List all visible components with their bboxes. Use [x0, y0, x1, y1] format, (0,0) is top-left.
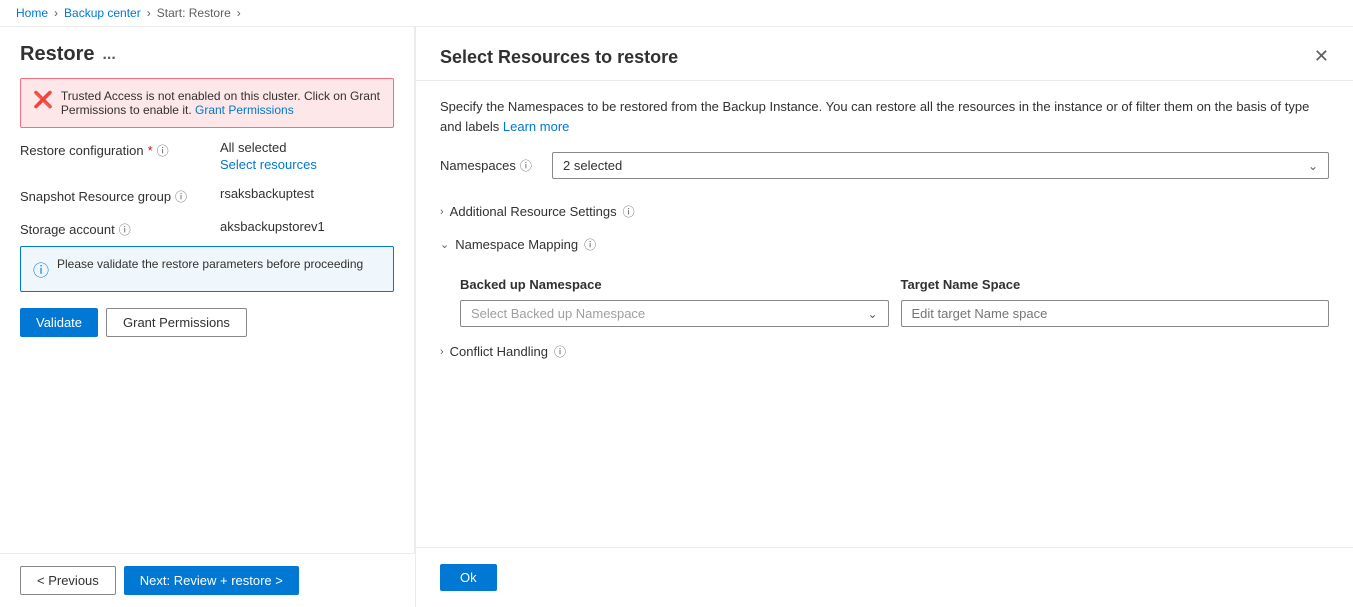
breadcrumb-backup-center[interactable]: Backup center: [64, 6, 141, 20]
namespaces-label: Namespaces ⓘ: [440, 157, 540, 174]
breadcrumb-home[interactable]: Home: [16, 6, 48, 20]
info-banner-text: Please validate the restore parameters b…: [57, 257, 363, 271]
restore-config-row: Restore configuration * ⓘ All selected S…: [20, 140, 394, 172]
namespace-mapping-content: Backed up Namespace Select Backed up Nam…: [440, 261, 1329, 335]
namespaces-value: 2 selected: [563, 158, 622, 173]
namespace-mapping-chevron-icon: ⌄: [440, 238, 449, 251]
target-namespace-input[interactable]: [901, 300, 1330, 327]
storage-account-info-icon[interactable]: ⓘ: [119, 221, 131, 238]
conflict-handling-info-icon[interactable]: ⓘ: [554, 343, 566, 360]
restore-config-info-icon[interactable]: ⓘ: [157, 142, 169, 159]
close-button[interactable]: ✕: [1314, 47, 1329, 65]
next-button[interactable]: Next: Review + restore >: [124, 566, 299, 595]
error-text: Trusted Access is not enabled on this cl…: [61, 89, 381, 117]
conflict-handling-label: Conflict Handling: [450, 344, 548, 359]
backed-up-namespace-input-container: Select Backed up Namespace ⌄: [460, 300, 889, 327]
storage-account-label: Storage account ⓘ: [20, 219, 220, 238]
ellipsis-icon[interactable]: ...: [102, 46, 115, 64]
info-banner: ⓘ Please validate the restore parameters…: [20, 246, 394, 292]
storage-account-value: aksbackupstorev1: [220, 219, 394, 234]
additional-resource-chevron-icon: ›: [440, 206, 444, 218]
select-resources-link[interactable]: Select resources: [220, 157, 394, 172]
additional-resource-section[interactable]: › Additional Resource Settings ⓘ: [440, 195, 1329, 228]
dialog-description: Specify the Namespaces to be restored fr…: [440, 97, 1329, 136]
target-namespace-col: Target Name Space: [901, 277, 1330, 327]
dialog-panel: Select Resources to restore ✕ Specify th…: [415, 27, 1353, 607]
breadcrumb-sep-3: ›: [237, 6, 241, 20]
validate-button[interactable]: Validate: [20, 308, 98, 337]
page-title: Restore ...: [20, 43, 394, 66]
storage-account-row: Storage account ⓘ aksbackupstorev1: [20, 219, 394, 238]
conflict-handling-section[interactable]: › Conflict Handling ⓘ: [440, 335, 1329, 368]
breadcrumb-sep-2: ›: [147, 6, 151, 20]
backed-up-namespace-header: Backed up Namespace: [460, 277, 889, 292]
left-panel: Restore ... ❌ Trusted Access is not enab…: [0, 27, 414, 553]
dialog-header: Select Resources to restore ✕: [416, 27, 1353, 81]
backed-up-namespace-placeholder: Select Backed up Namespace: [471, 306, 645, 321]
namespaces-info-icon[interactable]: ⓘ: [520, 157, 532, 174]
restore-config-label: Restore configuration * ⓘ: [20, 140, 220, 159]
snapshot-rg-label: Snapshot Resource group ⓘ: [20, 186, 220, 205]
target-namespace-header: Target Name Space: [901, 277, 1330, 292]
dialog-title: Select Resources to restore: [440, 47, 678, 68]
mapping-grid: Backed up Namespace Select Backed up Nam…: [460, 277, 1329, 327]
grant-permissions-button[interactable]: Grant Permissions: [106, 308, 247, 337]
ok-button[interactable]: Ok: [440, 564, 497, 591]
previous-button[interactable]: < Previous: [20, 566, 116, 595]
dialog-footer: Ok: [416, 547, 1353, 607]
action-buttons: Validate Grant Permissions: [20, 308, 394, 337]
conflict-handling-chevron-icon: ›: [440, 346, 444, 358]
dialog-body: Specify the Namespaces to be restored fr…: [416, 81, 1353, 547]
snapshot-rg-value: rsaksbackuptest: [220, 186, 394, 201]
namespace-mapping-label: Namespace Mapping: [455, 237, 578, 252]
namespaces-dropdown[interactable]: 2 selected ⌄: [552, 152, 1329, 179]
namespace-mapping-section[interactable]: ⌄ Namespace Mapping ⓘ: [440, 228, 1329, 261]
required-star: *: [148, 143, 153, 158]
form-section: Restore configuration * ⓘ All selected S…: [20, 140, 394, 238]
bottom-nav: < Previous Next: Review + restore >: [0, 553, 415, 607]
error-banner: ❌ Trusted Access is not enabled on this …: [20, 78, 394, 128]
restore-config-value: All selected Select resources: [220, 140, 394, 172]
grant-permissions-link[interactable]: Grant Permissions: [195, 103, 294, 117]
additional-resource-label: Additional Resource Settings: [450, 204, 617, 219]
error-icon: ❌: [33, 90, 53, 110]
additional-resource-info-icon[interactable]: ⓘ: [623, 203, 635, 220]
namespace-mapping-info-icon[interactable]: ⓘ: [584, 236, 596, 253]
snapshot-rg-row: Snapshot Resource group ⓘ rsaksbackuptes…: [20, 186, 394, 205]
target-namespace-input-container: [901, 300, 1330, 327]
breadcrumb-current: Start: Restore: [157, 6, 231, 20]
namespaces-row: Namespaces ⓘ 2 selected ⌄: [440, 152, 1329, 179]
info-banner-icon: ⓘ: [33, 257, 49, 281]
namespaces-chevron-icon: ⌄: [1308, 159, 1318, 173]
learn-more-link[interactable]: Learn more: [503, 119, 569, 134]
backed-up-namespace-chevron-icon: ⌄: [867, 307, 877, 321]
breadcrumb: Home › Backup center › Start: Restore ›: [0, 0, 1353, 27]
backed-up-namespace-dropdown[interactable]: Select Backed up Namespace ⌄: [460, 300, 889, 327]
breadcrumb-sep-1: ›: [54, 6, 58, 20]
backed-up-namespace-col: Backed up Namespace Select Backed up Nam…: [460, 277, 889, 327]
snapshot-rg-info-icon[interactable]: ⓘ: [175, 188, 187, 205]
